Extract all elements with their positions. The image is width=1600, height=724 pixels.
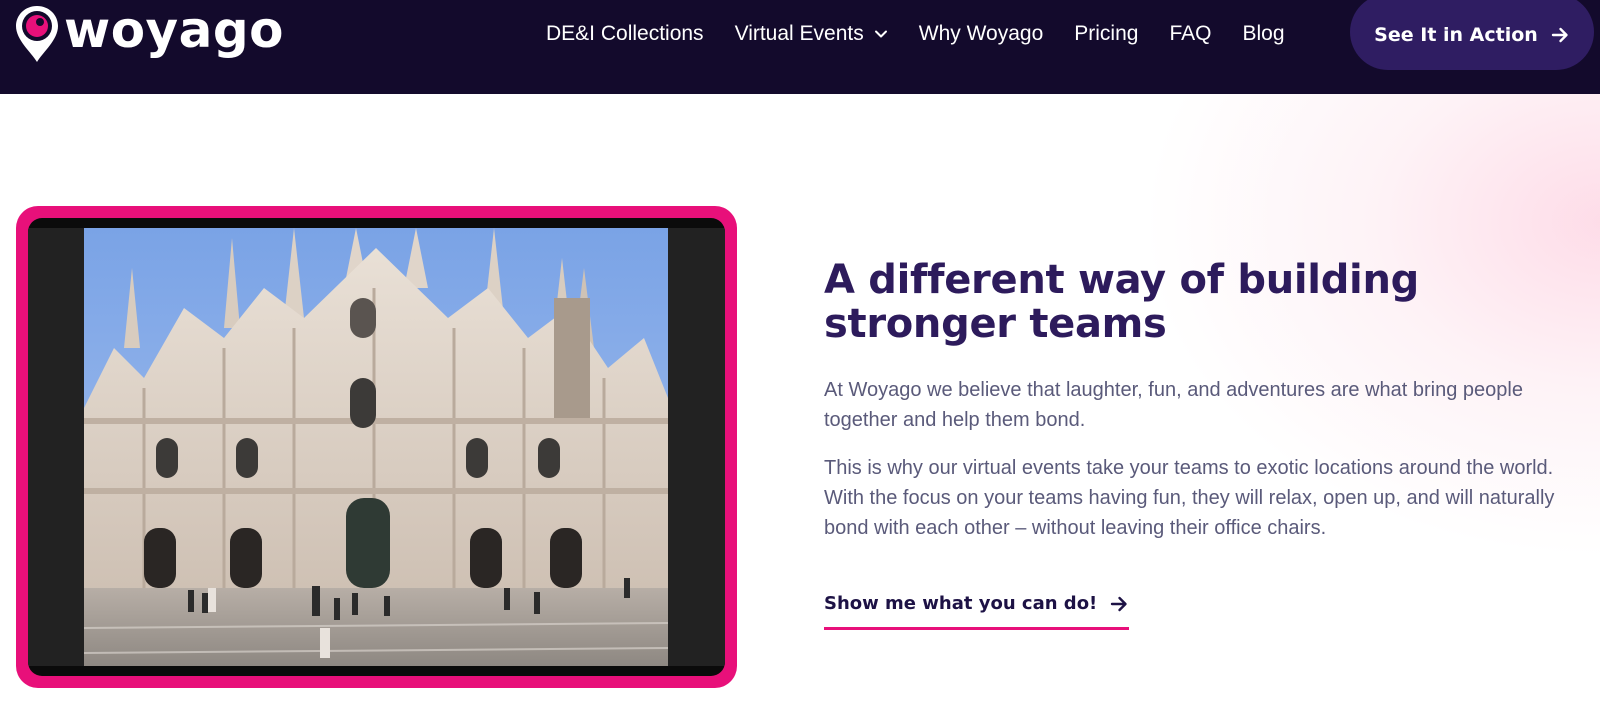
main-nav: DE&I Collections Virtual Events Why Woya…: [546, 0, 1316, 68]
see-it-in-action-button[interactable]: See It in Action: [1350, 0, 1594, 70]
brand-name: woyago: [64, 1, 285, 59]
nav-link-label: Pricing: [1074, 22, 1139, 45]
cta-label: See It in Action: [1374, 24, 1538, 46]
woyago-logo[interactable]: woyago: [14, 1, 284, 64]
arrow-right-icon: [1551, 27, 1568, 43]
arrow-right-icon: [1111, 596, 1127, 611]
nav-link-dei-collections[interactable]: DE&I Collections: [546, 22, 704, 46]
hero-paragraph-2: This is why our virtual events take your…: [824, 457, 1555, 539]
hero-heading: A different way of building stronger tea…: [824, 257, 1419, 347]
location-pin-icon: [16, 6, 58, 62]
page: woyago DE&I Collections Virtual Events W…: [0, 0, 1600, 724]
video-area: [28, 228, 725, 666]
show-me-link[interactable]: Show me what you can do!: [824, 590, 1130, 630]
nav-link-faq[interactable]: FAQ: [1169, 22, 1211, 46]
media-frame: [16, 206, 737, 688]
navbar: woyago DE&I Collections Virtual Events W…: [0, 0, 1600, 94]
show-me-link-label: Show me what you can do!: [824, 593, 1098, 614]
nav-link-blog[interactable]: Blog: [1242, 22, 1284, 46]
nav-link-label: Virtual Events: [734, 22, 864, 45]
cathedral-image: [84, 228, 668, 666]
nav-link-virtual-events[interactable]: Virtual Events: [735, 22, 888, 46]
nav-link-label: FAQ: [1169, 22, 1212, 45]
nav-link-label: Blog: [1242, 22, 1285, 45]
video-player[interactable]: [28, 218, 725, 676]
nav-link-pricing[interactable]: Pricing: [1074, 22, 1138, 46]
chevron-down-icon: [874, 30, 887, 38]
hero-paragraph-1: At Woyago we believe that laughter, fun,…: [824, 379, 1523, 431]
nav-link-label: DE&I Collections: [546, 22, 704, 45]
nav-link-why-woyago[interactable]: Why Woyago: [919, 22, 1044, 46]
nav-link-label: Why Woyago: [918, 22, 1044, 45]
